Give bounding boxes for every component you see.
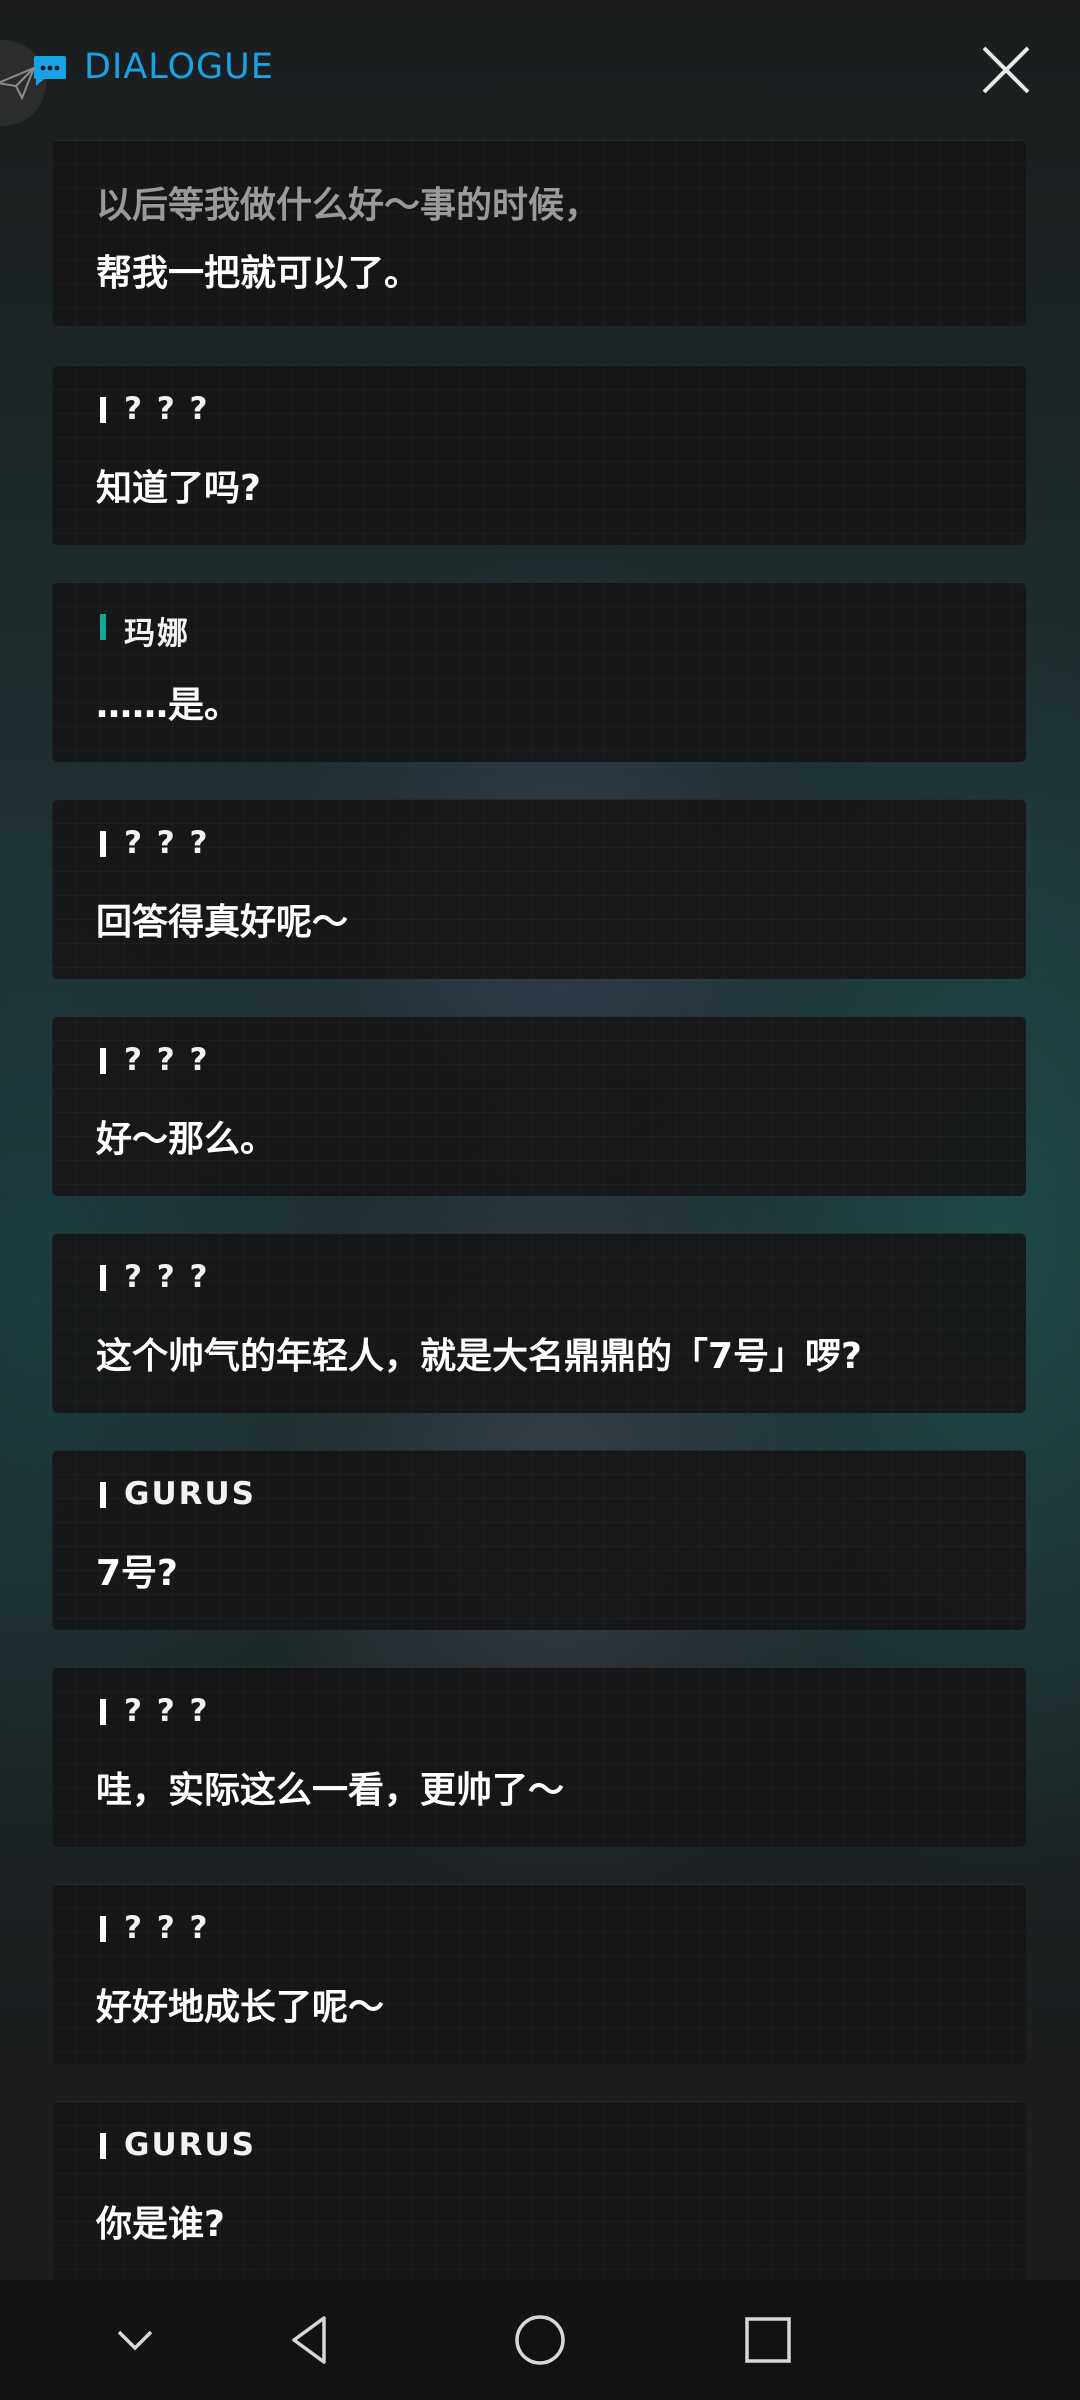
- speaker-marker: [100, 1265, 106, 1291]
- speaker-name: GURUS: [124, 2127, 256, 2163]
- dialogue-entry: ? ? ? 哇，实际这么一看，更帅了〜: [52, 1667, 1026, 1847]
- dialogue-entry: ? ? ? 好〜那么。: [52, 1016, 1026, 1196]
- back-triangle-icon[interactable]: [280, 2310, 340, 2370]
- speaker-marker: [100, 831, 106, 857]
- speaker-name: GURUS: [124, 1476, 256, 1512]
- close-icon[interactable]: [978, 42, 1034, 98]
- dialogue-line: 帮我一把就可以了。: [96, 253, 421, 294]
- dialogue-entry: ? ? ? 好好地成长了呢〜: [52, 1884, 1026, 2064]
- dialogue-entry: 玛娜 ……是。: [52, 582, 1026, 762]
- speaker-name: ? ? ?: [124, 1910, 210, 1946]
- speaker-name: 玛娜: [124, 616, 190, 652]
- dialogue-title: DIALOGUE: [84, 47, 274, 87]
- speaker-name: ? ? ?: [124, 1259, 210, 1295]
- dialogue-line: 回答得真好呢〜: [96, 902, 349, 943]
- dialogue-line: 你是谁?: [96, 2204, 225, 2245]
- dialogue-line: 这个帅气的年轻人，就是大名鼎鼎的「7号」啰?: [96, 1336, 862, 1377]
- speaker-name: ? ? ?: [124, 391, 210, 427]
- chevron-down-icon[interactable]: [105, 2310, 165, 2370]
- speaker-marker: [100, 397, 106, 423]
- dialogue-entry: GURUS 7号?: [52, 1450, 1026, 1630]
- speaker-name: ? ? ?: [124, 1693, 210, 1729]
- dialogue-line: 哇，实际这么一看，更帅了〜: [96, 1770, 565, 1811]
- dialogue-header: DIALOGUE: [0, 0, 1080, 140]
- speaker-marker: [100, 1916, 106, 1942]
- dialogue-entry: GURUS 你是谁?: [52, 2101, 1026, 2280]
- dialogue-entry-partial: 以后等我做什么好〜事的时候， 帮我一把就可以了。: [52, 140, 1026, 326]
- dialogue-entry: ? ? ? 这个帅气的年轻人，就是大名鼎鼎的「7号」啰?: [52, 1233, 1026, 1413]
- dialogue-line: 好〜那么。: [96, 1119, 277, 1160]
- dialogue-log-screen: DIALOGUE 以后等我做什么好〜事的时候， 帮我一把就可以了。 ? ? ? …: [0, 0, 1080, 2400]
- dialogue-list[interactable]: 以后等我做什么好〜事的时候， 帮我一把就可以了。 ? ? ? 知道了吗? 玛娜 …: [0, 140, 1080, 2280]
- system-navigation-bar: [0, 2280, 1080, 2400]
- speaker-marker: [100, 1699, 106, 1725]
- speaker-name: ? ? ?: [124, 1042, 210, 1078]
- dialogue-line: ……是。: [96, 685, 241, 726]
- dialogue-line: 好好地成长了呢〜: [96, 1987, 385, 2028]
- home-circle-icon[interactable]: [510, 2310, 570, 2370]
- dialogue-line: 知道了吗?: [96, 468, 261, 509]
- speaker-name: ? ? ?: [124, 825, 210, 861]
- dialogue-entry: ? ? ? 回答得真好呢〜: [52, 799, 1026, 979]
- speaker-marker: [100, 614, 106, 640]
- dialogue-previous-line: 以后等我做什么好〜事的时候，: [96, 185, 601, 226]
- chat-bubble-icon: [34, 56, 66, 86]
- speaker-marker: [100, 1482, 106, 1508]
- speaker-marker: [100, 2133, 106, 2159]
- recents-square-icon[interactable]: [738, 2310, 798, 2370]
- dialogue-entry: ? ? ? 知道了吗?: [52, 365, 1026, 545]
- speaker-marker: [100, 1048, 106, 1074]
- dialogue-line: 7号?: [96, 1553, 178, 1594]
